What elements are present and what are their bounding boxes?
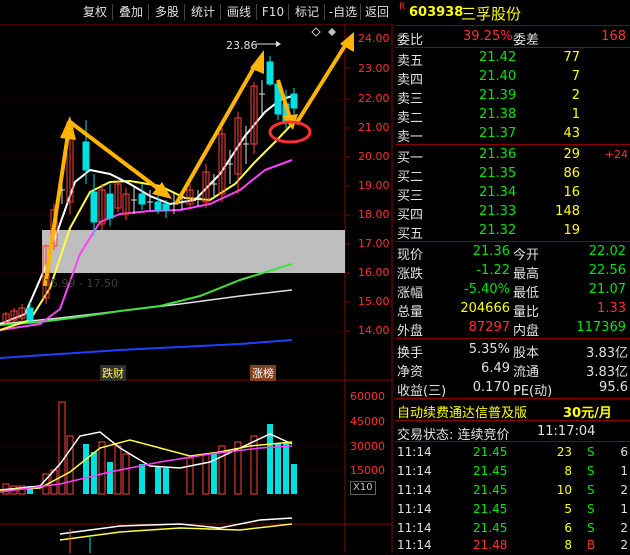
volume-label: 30000 (350, 440, 385, 453)
tag-left-badge: 跌财 (100, 365, 126, 381)
price-label: 23.00 (358, 62, 390, 75)
price-label: 19.00 (358, 179, 390, 192)
ma-blue-line (0, 339, 293, 359)
stat-row: 涨跌 -1.22 最高 22.56 (397, 263, 626, 282)
price-label: 20.00 (358, 150, 390, 163)
price-label: 15.00 (358, 295, 390, 308)
toolbar-stats-button[interactable]: 统计 (186, 3, 220, 21)
stock-name: 三孚股份 (461, 5, 522, 23)
toolbar-back-button[interactable]: 返回 (362, 3, 392, 21)
diamond-icon (311, 27, 321, 37)
volume-unit: X10 (350, 481, 376, 495)
toolbar-mark-button[interactable]: 标记 (290, 3, 324, 21)
price-label: 21.00 (358, 121, 390, 134)
toolbar-draw-button[interactable]: 画线 (222, 3, 256, 21)
volume-label: 45000 (350, 415, 385, 428)
high-price-label: 23.86 (226, 39, 258, 52)
ask-row: 卖五 21.42 77 (397, 50, 580, 69)
weibi-row: 委比 39.25% 委差 168 (397, 29, 626, 48)
stat-row: 现价 21.36 今开 22.02 (397, 244, 626, 263)
rights-badge: R (399, 2, 406, 12)
price-label: 18.00 (358, 208, 390, 221)
weicha-value: 168 (601, 29, 626, 44)
tick-row: 11:14 21.45 8 S 1 (397, 464, 628, 478)
bid-row: 买三 21.34 16 (397, 185, 580, 204)
chart-toolbar: 复权 叠加 多股 统计 画线 F10 标记 -自选 返回 (0, 0, 392, 24)
tag-right-badge: 涨榜 (250, 365, 276, 381)
ask-row: 卖二 21.38 1 (397, 107, 580, 126)
ask-row: 卖三 21.39 2 (397, 88, 580, 107)
stat-row: 涨幅 -5.40% 最低 21.07 (397, 282, 626, 301)
toolbar-watchlist-button[interactable]: -自选 (326, 3, 360, 21)
ask-row: 卖四 21.40 7 (397, 69, 580, 88)
stat-row: 外盘 87297 内盘 117369 (397, 320, 626, 339)
stat-row: 净资 6.49 流通 3.83亿 (397, 361, 628, 380)
stat-row: 换手 5.35% 股本 3.83亿 (397, 342, 628, 361)
price-zone-box (42, 230, 345, 273)
price-label: 14.00 (358, 324, 390, 337)
diamond-icon (328, 28, 336, 36)
toolbar-overlay-button[interactable]: 叠加 (114, 3, 148, 21)
bid-row: 买四 21.33 148 (397, 204, 580, 223)
tick-row: 11:14 21.45 5 S 1 (397, 502, 628, 516)
tick-row: 11:14 21.45 23 S 6 (397, 445, 628, 459)
volume-label: 60000 (350, 390, 385, 403)
volume-bars (0, 401, 297, 495)
bid-row: 买五 21.32 19 (397, 223, 580, 242)
price-label: 16.00 (358, 266, 390, 279)
bid-row: 买二 21.35 86 (397, 166, 580, 185)
quote-panel: R 603938 三孚股份 委比 39.25% 委差 168 卖五 21.42 77… (395, 0, 630, 553)
subscription-ad[interactable]: 自动续费通达信普及版 30元/月 (395, 400, 630, 421)
tick-row: 11:14 21.48 8 B 2 (397, 538, 628, 552)
price-label: 17.00 (358, 237, 390, 250)
ask-row: 卖一 21.37 43 (397, 126, 580, 145)
toolbar-f10-button[interactable]: F10 (258, 3, 288, 21)
weibi-value: 39.25% (463, 29, 513, 44)
trade-status-row: 交易状态: 连续竞价 11:17:04 (397, 424, 596, 443)
bid-row: 买一 21.36 29 +24 (397, 147, 628, 166)
stock-code: 603938 (409, 5, 464, 20)
zone-range-label: 15.99 - 17.50 (44, 277, 118, 290)
tick-row: 11:14 21.45 10 S 2 (397, 483, 628, 497)
price-label: 22.00 (358, 92, 390, 105)
stat-row: 收益(三) 0.170 PE(动) 95.6 (397, 380, 628, 399)
stock-header: R 603938 三孚股份 (395, 2, 630, 24)
price-label: 24.00 (358, 32, 390, 45)
toolbar-fuquan-button[interactable]: 复权 (78, 3, 112, 21)
toolbar-multistock-button[interactable]: 多股 (150, 3, 184, 21)
volume-label: 15000 (350, 464, 385, 477)
ma-yellow-line (0, 123, 293, 331)
stat-row: 总量 204666 量比 1.33 (397, 301, 626, 320)
